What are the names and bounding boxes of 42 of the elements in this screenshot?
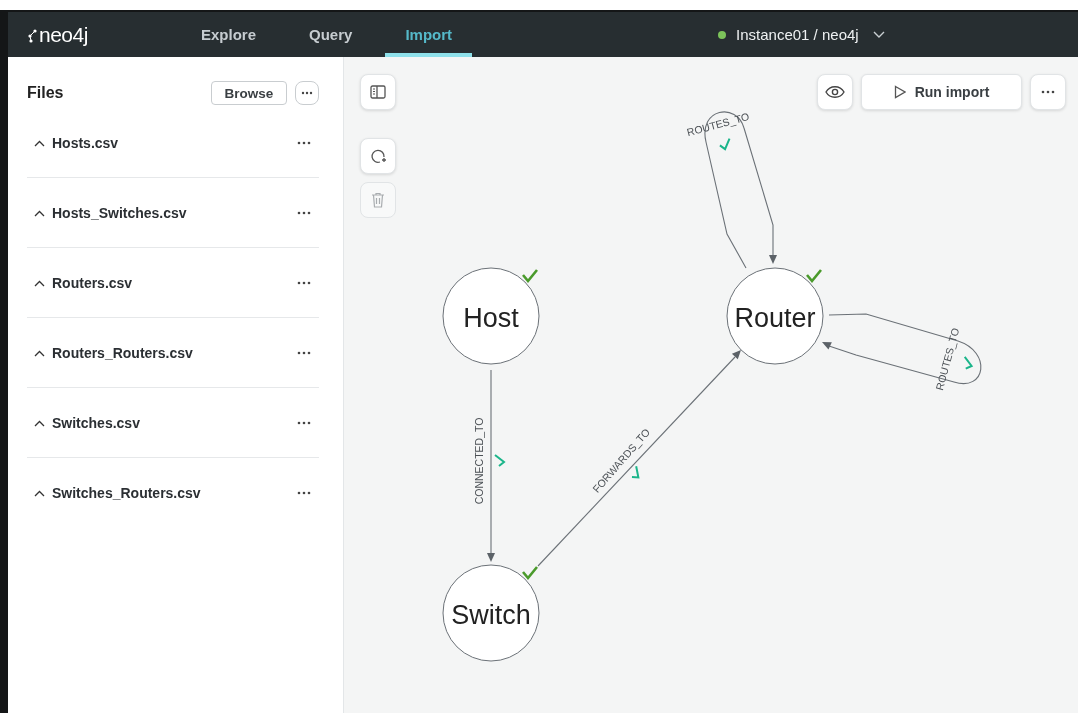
more-icon[interactable] bbox=[297, 491, 311, 495]
more-icon bbox=[301, 91, 313, 95]
tool-button[interactable] bbox=[360, 74, 396, 110]
more-icon bbox=[1041, 90, 1055, 94]
caret-up-icon[interactable] bbox=[34, 279, 45, 287]
nav-tab[interactable]: Explore bbox=[181, 12, 277, 57]
run-import-button[interactable]: Run import bbox=[861, 74, 1022, 110]
file-name[interactable]: Routers.csv bbox=[52, 275, 290, 291]
more-button[interactable] bbox=[295, 81, 319, 105]
more-icon[interactable] bbox=[297, 351, 311, 355]
more-icon[interactable] bbox=[297, 141, 311, 145]
more-icon[interactable] bbox=[297, 211, 311, 215]
graph-node[interactable]: Host bbox=[442, 267, 540, 365]
relationship-label: CONNECTED_TO bbox=[473, 417, 485, 505]
caret-up-icon[interactable] bbox=[34, 489, 45, 497]
caret-up-icon[interactable] bbox=[34, 209, 45, 217]
file-name[interactable]: Hosts_Switches.csv bbox=[52, 205, 290, 221]
more-icon[interactable] bbox=[297, 281, 311, 285]
eye-icon bbox=[825, 85, 845, 99]
file-name[interactable]: Routers_Routers.csv bbox=[52, 345, 290, 361]
caret-up-icon[interactable] bbox=[34, 419, 45, 427]
instance-selector[interactable]: Instance01 / neo4j bbox=[736, 26, 885, 43]
tool-button[interactable] bbox=[360, 138, 396, 174]
graph-node[interactable]: Router bbox=[726, 267, 824, 365]
trash-icon bbox=[371, 192, 385, 208]
graph-node[interactable]: Switch bbox=[442, 564, 540, 662]
caret-up-icon[interactable] bbox=[34, 349, 45, 357]
preview-button[interactable] bbox=[817, 74, 853, 110]
file-name[interactable]: Switches.csv bbox=[52, 415, 290, 431]
logo-text: neo4j bbox=[39, 22, 88, 47]
panel-title: Files bbox=[27, 84, 65, 102]
nav-tab[interactable]: Query bbox=[289, 12, 373, 57]
sidebar-icon bbox=[370, 85, 386, 99]
chevron-down-icon bbox=[872, 30, 885, 39]
caret-up-icon[interactable] bbox=[34, 139, 45, 147]
more-icon[interactable] bbox=[297, 421, 311, 425]
browse-button[interactable]: Browse bbox=[211, 81, 287, 105]
play-icon bbox=[893, 85, 906, 99]
file-name[interactable]: Switches_Routers.csv bbox=[52, 485, 290, 501]
lasso-icon bbox=[369, 147, 387, 165]
relationship-arrow[interactable] bbox=[487, 369, 495, 562]
file-name[interactable]: Hosts.csv bbox=[52, 135, 290, 151]
